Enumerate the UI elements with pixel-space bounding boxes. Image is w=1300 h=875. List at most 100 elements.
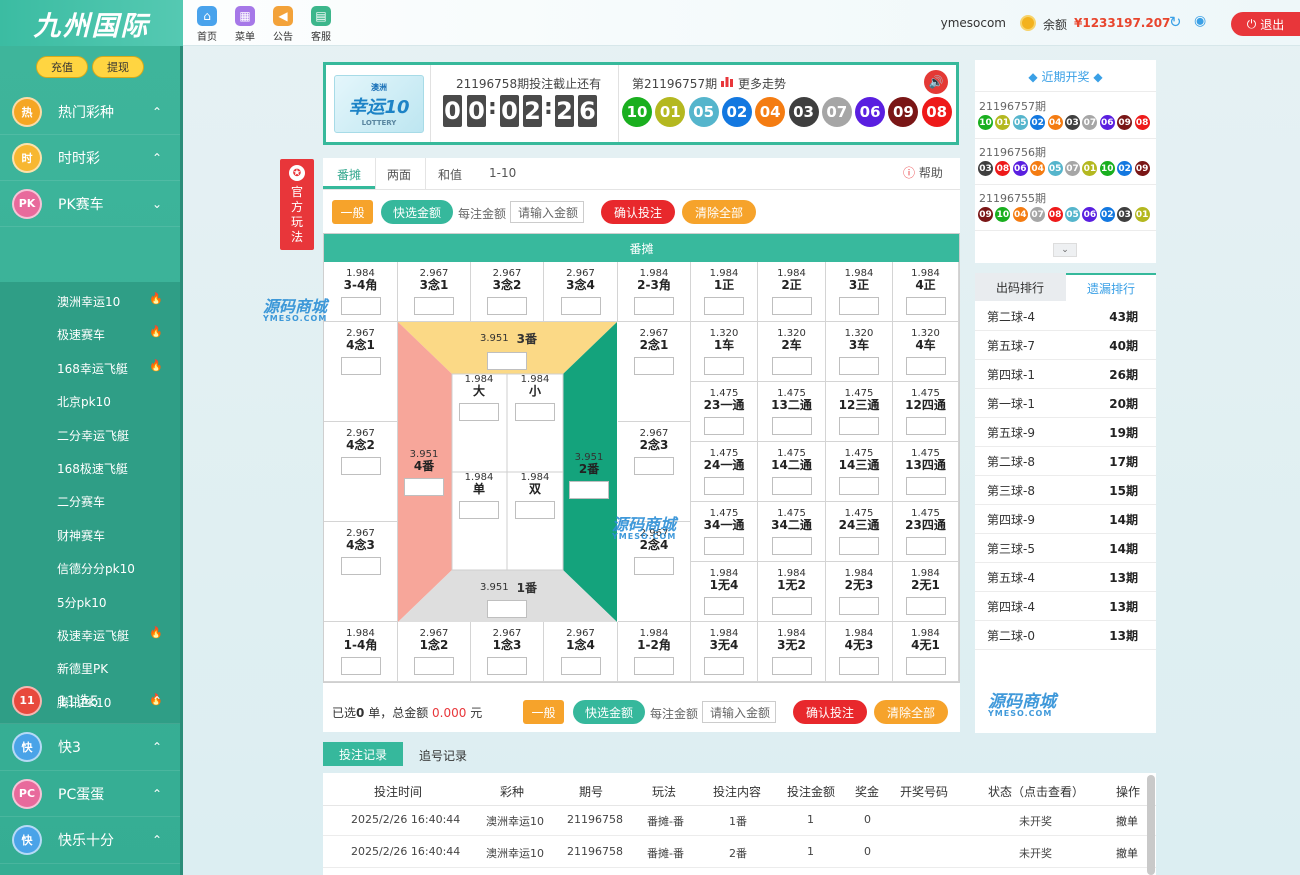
normal-button[interactable]: 一般 [332, 200, 373, 224]
sidebar-item-0[interactable]: 澳洲幸运10 [57, 293, 120, 310]
bet-amount-input[interactable] [414, 657, 454, 675]
bet-amount-input[interactable] [634, 297, 674, 315]
bet-amount-input[interactable] [905, 477, 946, 495]
clear-all-button[interactable]: 清除全部 [682, 200, 756, 224]
bet-amount-input[interactable] [340, 297, 381, 315]
official-play-tag[interactable]: ✪ 官 方 玩 法 [280, 159, 314, 250]
confirm-bet-button[interactable]: 确认投注 [601, 200, 675, 224]
nav-item-1[interactable]: ▦ 菜单 [230, 6, 260, 43]
help-link[interactable]: ⓘ 帮助 [903, 164, 943, 181]
sidebar-item-11[interactable]: 新德里PK [57, 660, 108, 677]
bet-amount-input[interactable] [839, 537, 879, 555]
bet-amount-input[interactable] [905, 537, 946, 555]
sidebar-item-3[interactable]: 北京pk10 [57, 393, 111, 410]
bet-amount-input[interactable] [839, 477, 879, 495]
tab-bet-records[interactable]: 投注记录 [323, 742, 403, 766]
nav-item-3[interactable]: ▤ 客服 [306, 6, 336, 43]
normal-button-bottom[interactable]: 一般 [523, 700, 564, 724]
quick-amount-button-bottom[interactable]: 快选金额 [573, 700, 645, 724]
fan2-input[interactable] [569, 481, 609, 499]
sidebar-category-1[interactable]: 时时时彩 ⌃ [0, 135, 180, 181]
sidebar-category-b0[interactable]: 11 11选5 ⌃ [0, 678, 180, 724]
sidebar-item-5[interactable]: 168极速飞艇 [57, 460, 128, 477]
bet-amount-input[interactable] [839, 297, 879, 315]
more-trend-link[interactable]: 更多走势 [738, 75, 786, 92]
sidebar-item-8[interactable]: 信德分分pk10 [57, 560, 135, 577]
bet-amount-input[interactable] [704, 537, 744, 555]
bet-amount-input[interactable] [340, 357, 381, 375]
bet-amount-input[interactable] [704, 477, 744, 495]
bet-amount-input[interactable] [771, 417, 812, 435]
bet-amount-input[interactable] [459, 403, 499, 421]
cancel-bet-link[interactable]: 撤单 [1116, 845, 1138, 861]
bet-amount-input[interactable] [905, 657, 946, 675]
bet-amount-input[interactable] [771, 477, 812, 495]
fan3-input[interactable] [487, 352, 527, 370]
bet-amount-input[interactable] [905, 597, 946, 615]
quick-amount-button[interactable]: 快选金额 [381, 200, 453, 224]
records-scrollbar[interactable] [1147, 775, 1155, 875]
bet-amount-input[interactable] [634, 457, 674, 475]
amount-input[interactable]: 请输入金额 [510, 201, 584, 223]
bet-amount-input[interactable] [839, 597, 879, 615]
bet-amount-input[interactable] [704, 297, 744, 315]
sidebar-item-6[interactable]: 二分赛车 [57, 493, 105, 510]
bet-amount-input[interactable] [771, 537, 812, 555]
bet-amount-input[interactable] [704, 597, 744, 615]
fan4-input[interactable] [404, 478, 444, 496]
bet-amount-input[interactable] [771, 297, 812, 315]
bet-amount-input[interactable] [560, 657, 601, 675]
sidebar-item-7[interactable]: 财神赛车 [57, 527, 105, 544]
recharge-button[interactable]: 充值 [36, 56, 88, 78]
bet-amount-input[interactable] [340, 657, 381, 675]
bet-amount-input[interactable] [487, 297, 527, 315]
sidebar-item-4[interactable]: 二分幸运飞艇 [57, 427, 129, 444]
nav-item-2[interactable]: ◀ 公告 [268, 6, 298, 43]
bet-amount-input[interactable] [839, 357, 879, 375]
amount-input-bottom[interactable]: 请输入金额 [702, 701, 776, 723]
sidebar-item-9[interactable]: 5分pk10 [57, 594, 106, 611]
tab-1-10[interactable]: 1-10 [489, 166, 516, 180]
bet-amount-input[interactable] [340, 557, 381, 575]
bet-amount-input[interactable] [340, 457, 381, 475]
tab-fantan[interactable]: 番摊 [337, 166, 361, 183]
clear-all-button-bottom[interactable]: 清除全部 [874, 700, 948, 724]
sidebar-category-0[interactable]: 热热门彩种 ⌃ [0, 89, 180, 135]
chevron-down-icon[interactable]: ⌄ [1053, 243, 1077, 257]
confirm-bet-button-bottom[interactable]: 确认投注 [793, 700, 867, 724]
bet-amount-input[interactable] [839, 417, 879, 435]
withdraw-button[interactable]: 提现 [92, 56, 144, 78]
bet-amount-input[interactable] [515, 501, 555, 519]
bet-amount-input[interactable] [905, 417, 946, 435]
sound-icon[interactable]: 🔊 [924, 70, 948, 94]
bet-amount-input[interactable] [560, 297, 601, 315]
bet-amount-input[interactable] [704, 417, 744, 435]
site-logo[interactable]: 九州国际 [0, 0, 183, 46]
bet-amount-input[interactable] [771, 597, 812, 615]
sidebar-scrollbar[interactable] [180, 46, 183, 875]
bet-amount-input[interactable] [905, 357, 946, 375]
sidebar-item-1[interactable]: 极速赛车 [57, 326, 105, 343]
sidebar-item-10[interactable]: 极速幸运飞艇 [57, 627, 129, 644]
bet-amount-input[interactable] [487, 657, 527, 675]
cancel-bet-link[interactable]: 撤单 [1116, 813, 1138, 829]
sidebar-category-2[interactable]: PK PK赛车 ⌄ [0, 181, 180, 227]
bet-amount-input[interactable] [634, 657, 674, 675]
tab-hezhi[interactable]: 和值 [438, 166, 462, 183]
bet-amount-input[interactable] [634, 357, 674, 375]
bet-amount-input[interactable] [771, 657, 812, 675]
fan1-input[interactable] [487, 600, 527, 618]
sidebar-item-2[interactable]: 168幸运飞艇 [57, 360, 128, 377]
tab-missing-ranking[interactable]: 遗漏排行 [1066, 273, 1156, 301]
bet-amount-input[interactable] [459, 501, 499, 519]
bet-amount-input[interactable] [414, 297, 454, 315]
bet-amount-input[interactable] [905, 297, 946, 315]
bet-amount-input[interactable] [771, 357, 812, 375]
bet-amount-input[interactable] [634, 557, 674, 575]
tab-hot-ranking[interactable]: 出码排行 [975, 273, 1065, 301]
sidebar-category-b1[interactable]: 快快3 ⌃ [0, 725, 180, 771]
tab-liangmian[interactable]: 两面 [387, 166, 411, 183]
bet-amount-input[interactable] [704, 357, 744, 375]
sidebar-category-b3[interactable]: 快快乐十分 ⌃ [0, 818, 180, 864]
tab-chase-records[interactable]: 追号记录 [419, 747, 467, 764]
